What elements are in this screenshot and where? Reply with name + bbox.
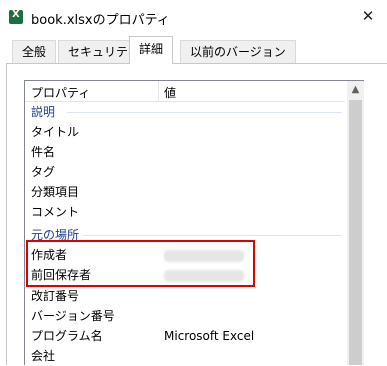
tab-details[interactable]: 詳細 <box>129 36 174 64</box>
chevron-up-icon[interactable]: ▲ <box>347 81 364 98</box>
group-divider <box>67 112 342 113</box>
highlight-box <box>26 240 255 287</box>
close-button[interactable]: ✕ <box>349 0 387 34</box>
list-item-subject[interactable]: 件名 <box>31 142 55 162</box>
properties-list[interactable]: プロパティ 値 ▲ 説明 タイトル 件名 タグ 分類項目 コメント 元の場所 作… <box>24 80 364 365</box>
window-title: book.xlsxのプロパティ <box>31 13 170 28</box>
excel-file-icon <box>9 9 23 24</box>
list-item-program-name-value: Microsoft Excel <box>164 329 255 343</box>
column-header-value[interactable]: 値 <box>164 84 176 101</box>
group-divider <box>83 235 342 236</box>
list-item-program-name[interactable]: プログラム名 <box>31 326 103 346</box>
tab-general[interactable]: 全般 <box>12 40 57 63</box>
title-bar: book.xlsxのプロパティ ✕ <box>0 0 387 34</box>
list-item-title[interactable]: タイトル <box>31 122 79 142</box>
column-header: プロパティ 値 <box>25 81 345 102</box>
tab-strip: 全般 セキュリティ 詳細 以前のバージョン <box>6 36 387 64</box>
vertical-scrollbar[interactable]: ▲ <box>347 81 364 365</box>
list-item-categories[interactable]: 分類項目 <box>31 182 79 202</box>
scroll-thumb[interactable] <box>349 100 362 365</box>
group-header-description[interactable]: 説明 <box>31 102 55 122</box>
column-divider[interactable] <box>158 81 159 101</box>
list-item-revision-number[interactable]: 改訂番号 <box>31 286 79 306</box>
list-item-tags[interactable]: タグ <box>31 162 55 182</box>
list-item-comments[interactable]: コメント <box>31 202 79 222</box>
tab-previous-versions[interactable]: 以前のバージョン <box>180 40 296 63</box>
column-header-property[interactable]: プロパティ <box>31 84 90 101</box>
list-item-company[interactable]: 会社 <box>31 346 55 366</box>
list-item-version-number[interactable]: バージョン番号 <box>31 306 115 326</box>
